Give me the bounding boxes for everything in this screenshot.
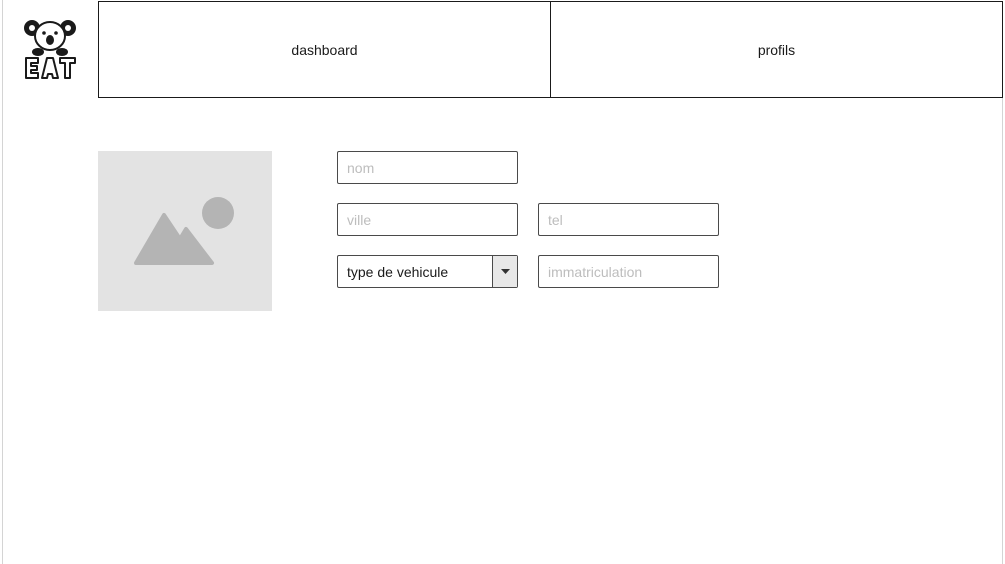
left-divider: [2, 0, 3, 564]
tab-dashboard[interactable]: dashboard: [99, 2, 550, 97]
nom-field[interactable]: nom: [337, 151, 518, 184]
koala-logo-icon: [24, 20, 76, 79]
eat-logo[interactable]: [22, 16, 78, 82]
tel-field[interactable]: tel: [538, 203, 719, 236]
right-divider: [1002, 97, 1003, 564]
app-page: dashboard profils nom ville tel type de …: [0, 0, 1005, 564]
ville-field[interactable]: ville: [337, 203, 518, 236]
nom-placeholder: nom: [347, 159, 375, 176]
immatriculation-field[interactable]: immatriculation: [538, 255, 719, 288]
immatriculation-placeholder: immatriculation: [548, 263, 643, 280]
tel-placeholder: tel: [548, 211, 563, 228]
top-nav: dashboard profils: [98, 1, 1003, 98]
ville-placeholder: ville: [347, 211, 372, 228]
profile-photo[interactable]: [98, 151, 272, 311]
chevron-down-icon: [500, 268, 510, 274]
vehicle-type-select[interactable]: type de vehicule: [337, 255, 518, 288]
tab-profils[interactable]: profils: [550, 2, 1002, 97]
vehicle-type-value: type de vehicule: [347, 263, 449, 280]
dropdown-toggle[interactable]: [492, 256, 517, 287]
image-placeholder-icon: [134, 197, 234, 265]
